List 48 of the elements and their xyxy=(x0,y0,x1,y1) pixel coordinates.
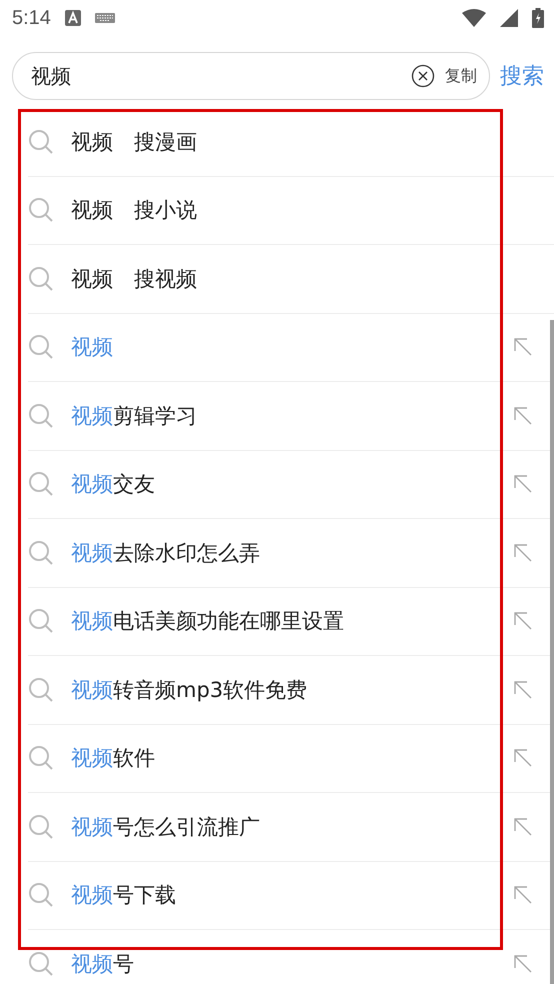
fill-in-arrow-icon[interactable] xyxy=(514,954,532,973)
wifi-icon xyxy=(462,9,486,27)
fill-in-arrow-icon[interactable] xyxy=(514,338,532,356)
search-icon xyxy=(28,540,54,566)
suggestion-text: 视频号下载 xyxy=(71,882,177,910)
search-icon xyxy=(28,676,54,703)
suggestion-text: 视频去除水印怎么弄 xyxy=(71,540,261,567)
suggestion-text: 视频剪辑学习 xyxy=(71,402,198,430)
suggestion-text: 视频号 xyxy=(71,950,135,978)
suggestion-text: 视频 搜视频 xyxy=(71,266,198,293)
fill-in-arrow-icon[interactable] xyxy=(514,818,532,836)
suggestion-text: 视频 搜小说 xyxy=(71,197,198,224)
search-icon xyxy=(28,745,54,772)
suggestion-text: 视频 xyxy=(71,334,114,362)
suggestion-text: 视频电话美颜功能在哪里设置 xyxy=(71,608,345,636)
search-icon xyxy=(28,608,54,634)
input-method-icon xyxy=(64,10,81,26)
search-icon xyxy=(28,334,54,360)
fill-in-arrow-icon[interactable] xyxy=(514,475,532,494)
search-icon xyxy=(28,266,54,292)
fill-in-arrow-icon[interactable] xyxy=(514,544,532,562)
suggestion-text: 视频 搜漫画 xyxy=(71,128,198,156)
suggestion-text: 视频软件 xyxy=(71,745,156,772)
signal-icon xyxy=(500,9,518,27)
battery-icon xyxy=(532,8,544,28)
suggestion-text: 视频号怎么引流推广 xyxy=(71,814,261,841)
search-icon xyxy=(28,814,54,840)
fill-in-arrow-icon[interactable] xyxy=(514,680,532,699)
fill-in-arrow-icon[interactable] xyxy=(514,749,532,768)
fill-in-arrow-icon[interactable] xyxy=(514,406,532,425)
clear-icon[interactable] xyxy=(411,64,435,88)
suggestion-text: 视频交友 xyxy=(71,471,156,498)
copy-button[interactable]: 复制 xyxy=(445,66,477,86)
clock-time: 5:14 xyxy=(12,6,51,30)
suggestion-row[interactable]: 视频 搜视频 xyxy=(28,245,554,314)
fill-in-arrow-icon[interactable] xyxy=(514,612,532,630)
search-icon xyxy=(28,128,54,155)
suggestion-text: 视频转音频mp3软件免费 xyxy=(71,676,308,704)
fill-in-arrow-icon[interactable] xyxy=(514,886,532,904)
suggestion-row[interactable]: 视频 搜小说 xyxy=(28,176,554,245)
keyboard-icon xyxy=(94,13,115,23)
search-icon xyxy=(28,471,54,498)
search-icon xyxy=(28,882,54,908)
search-icon xyxy=(28,402,54,429)
search-icon xyxy=(28,197,54,224)
suggestion-row[interactable]: 视频 搜漫画 xyxy=(28,108,554,176)
search-field[interactable]: 视频 复制 xyxy=(12,52,490,100)
search-icon xyxy=(28,950,54,977)
